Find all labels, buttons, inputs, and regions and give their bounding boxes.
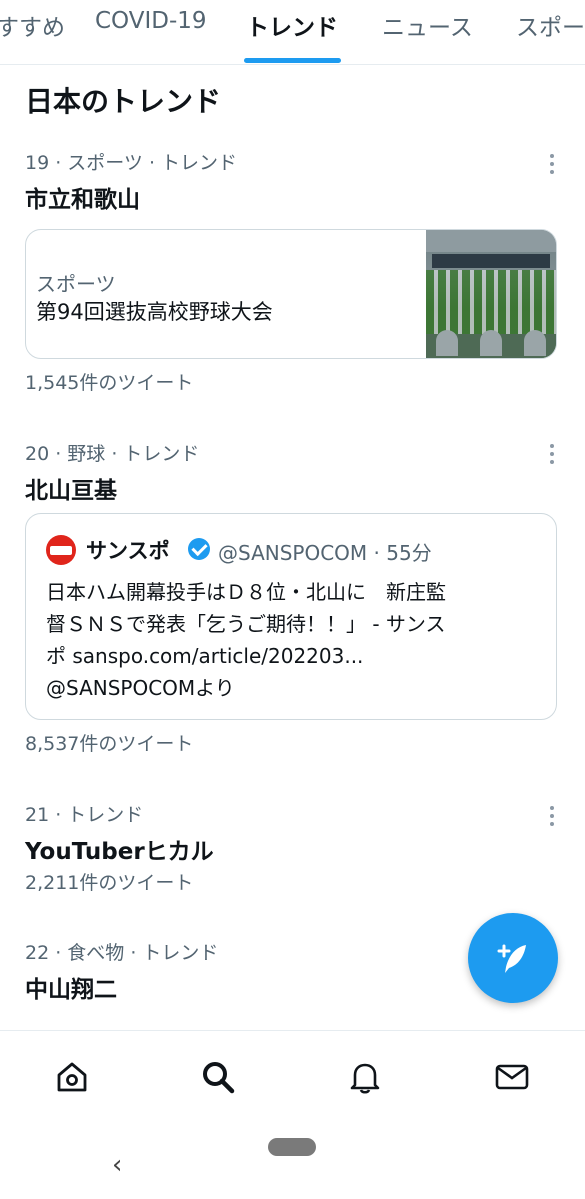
bell-icon[interactable] [347, 1059, 383, 1095]
more-options-icon[interactable] [540, 802, 564, 830]
system-navigation-bar: ‹ [0, 1120, 585, 1199]
tweet-handle-time: @SANSPOCOM · 55分 [218, 541, 432, 565]
event-category: スポーツ [36, 272, 116, 296]
tweet-author[interactable]: サンスポ [86, 535, 170, 565]
tweet-count: 2,211件のツイート [25, 872, 194, 894]
tab-news[interactable]: ニュース [382, 8, 473, 42]
verified-badge-icon [188, 538, 210, 560]
stadium-image [426, 230, 556, 358]
mail-icon[interactable] [494, 1059, 530, 1095]
page-title: 日本のトレンド [25, 85, 222, 118]
tab-covid19[interactable]: COVID-19 [95, 8, 207, 34]
tab-for-you[interactable]: すすめ [0, 8, 65, 42]
explore-tabs: すすめ COVID-19 トレンド ニュース スポー [0, 0, 585, 65]
more-options-icon[interactable] [540, 150, 564, 178]
embedded-tweet-card[interactable]: サンスポ @SANSPOCOM · 55分 日本ハム開幕投手はＤ８位・北山に 新… [25, 513, 557, 720]
trend-meta: 20 · 野球 · トレンド [25, 443, 200, 465]
back-chevron-icon[interactable]: ‹ [112, 1150, 122, 1180]
more-options-icon[interactable] [540, 440, 564, 468]
avatar[interactable] [46, 535, 76, 565]
trend-name[interactable]: YouTuberヒカル [25, 832, 214, 866]
home-gesture-pill[interactable] [268, 1138, 316, 1156]
event-title: 第94回選抜高校野球大会 [36, 300, 273, 324]
tweet-text: 日本ハム開幕投手はＤ８位・北山に 新庄監 督ＳＮＳで発表「乞うご期待！！」 - … [46, 580, 446, 700]
tweet-count: 1,545件のツイート [25, 372, 194, 394]
tab-sports[interactable]: スポー [516, 8, 585, 42]
trend-meta: 19 · スポーツ · トレンド [25, 152, 238, 174]
trend-meta: 21 · トレンド [25, 804, 144, 826]
compose-tweet-button[interactable] [468, 913, 558, 1003]
tweet-count: 8,537件のツイート [25, 733, 194, 755]
trend-name[interactable]: 市立和歌山 [25, 180, 140, 214]
home-icon[interactable] [54, 1059, 90, 1095]
trend-name[interactable]: 中山翔二 [25, 970, 117, 1004]
compose-tweet-icon [497, 944, 526, 973]
search-icon[interactable] [200, 1059, 236, 1095]
trend-event-card[interactable]: スポーツ 第94回選抜高校野球大会 [25, 229, 557, 359]
tab-trending[interactable]: トレンド [246, 8, 338, 42]
active-tab-indicator [244, 58, 341, 63]
bottom-navigation [0, 1030, 585, 1121]
trend-meta: 22 · 食べ物 · トレンド [25, 942, 219, 964]
trend-name[interactable]: 北山亘基 [25, 471, 117, 505]
